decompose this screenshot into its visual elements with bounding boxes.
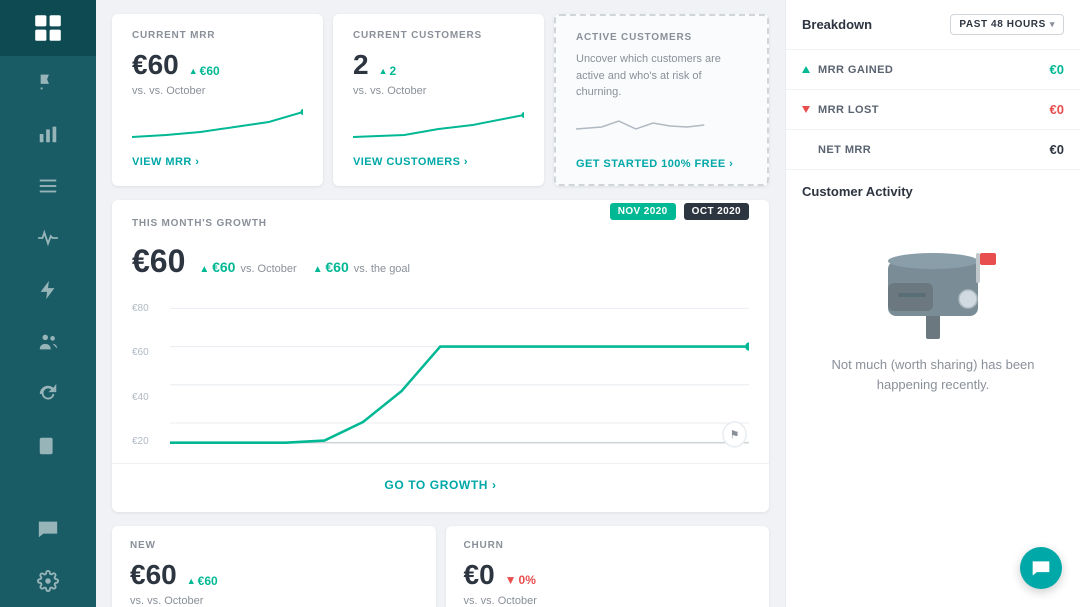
current-customers-sub: vs. vs. October bbox=[353, 85, 524, 97]
y-label-60: €60 bbox=[132, 347, 164, 358]
empty-state: Not much (worth sharing) has been happen… bbox=[802, 211, 1064, 414]
main-content: CURRENT MRR €60 €60 vs. vs. October VIEW… bbox=[96, 0, 785, 607]
sidebar-item-barchart[interactable] bbox=[0, 108, 96, 160]
new-value-row: €60 €60 bbox=[130, 559, 418, 591]
growth-value-row: €60 €60 vs. October €60 vs. the goal bbox=[132, 243, 410, 280]
current-customers-value: 2 bbox=[353, 49, 369, 81]
customer-activity-title: Customer Activity bbox=[802, 184, 1064, 199]
sidebar bbox=[0, 0, 96, 607]
churn-value-row: €0 ▼ 0% bbox=[464, 559, 752, 591]
current-mrr-card: CURRENT MRR €60 €60 vs. vs. October VIEW… bbox=[112, 14, 323, 186]
y-axis-labels: €80 €60 €40 €20 bbox=[132, 298, 164, 453]
growth-delta-2: €60 vs. the goal bbox=[313, 259, 410, 275]
growth-deltas: €60 vs. October €60 vs. the goal bbox=[199, 259, 410, 275]
growth-main-value: €60 bbox=[132, 243, 185, 280]
y-label-80: €80 bbox=[132, 303, 164, 314]
bottom-cards-row: NEW €60 €60 vs. vs. October CHURN €0 ▼ 0… bbox=[112, 526, 769, 607]
active-customers-desc: Uncover which customers are active and w… bbox=[576, 51, 747, 101]
churn-label: CHURN bbox=[464, 540, 752, 551]
net-mrr-row: NET MRR €0 bbox=[786, 130, 1080, 170]
breakdown-dropdown[interactable]: PAST 48 HOURS ▾ bbox=[950, 14, 1064, 35]
customer-activity-section: Customer Activity Not much (worth bbox=[786, 170, 1080, 428]
sidebar-item-gear[interactable] bbox=[0, 555, 96, 607]
new-sub: vs. vs. October bbox=[130, 595, 418, 607]
legend-nov: NOV 2020 bbox=[610, 203, 676, 220]
go-to-growth-row: GO TO GROWTH bbox=[112, 463, 769, 494]
sidebar-item-menu[interactable] bbox=[0, 160, 96, 212]
active-customers-card: ACTIVE CUSTOMERS Uncover which customers… bbox=[554, 14, 769, 186]
churn-card: CHURN €0 ▼ 0% vs. vs. October bbox=[446, 526, 770, 607]
current-mrr-delta: €60 bbox=[189, 64, 220, 78]
chart-legend: NOV 2020 OCT 2020 bbox=[610, 203, 749, 220]
mrr-gained-value: €0 bbox=[1050, 62, 1064, 77]
sidebar-item-flag[interactable] bbox=[0, 56, 96, 108]
new-mrr-card: NEW €60 €60 vs. vs. October bbox=[112, 526, 436, 607]
chat-bubble[interactable] bbox=[1020, 547, 1062, 589]
sidebar-item-book[interactable] bbox=[0, 420, 96, 472]
y-label-20: €20 bbox=[132, 436, 164, 447]
active-customers-label: ACTIVE CUSTOMERS bbox=[576, 32, 747, 43]
mailbox-illustration bbox=[868, 231, 998, 341]
growth-section: THIS MONTH'S GROWTH €60 €60 vs. October … bbox=[112, 200, 769, 512]
view-mrr-link[interactable]: VIEW MRR bbox=[132, 156, 199, 168]
view-customers-link[interactable]: VIEW CUSTOMERS bbox=[353, 156, 468, 168]
current-mrr-sub: vs. vs. October bbox=[132, 85, 303, 97]
sidebar-item-people[interactable] bbox=[0, 316, 96, 368]
get-started-link[interactable]: GET STARTED 100% FREE bbox=[576, 158, 733, 170]
churn-sub: vs. vs. October bbox=[464, 595, 752, 607]
current-customers-value-row: 2 2 bbox=[353, 49, 524, 81]
current-customers-label: CURRENT CUSTOMERS bbox=[353, 30, 524, 41]
down-triangle-icon bbox=[802, 106, 810, 113]
mrr-lost-label: MRR LOST bbox=[818, 104, 879, 116]
mrr-gained-row: MRR GAINED €0 bbox=[786, 50, 1080, 90]
sidebar-item-bolt[interactable] bbox=[0, 264, 96, 316]
current-mrr-value: €60 bbox=[132, 49, 179, 81]
current-mrr-label: CURRENT MRR bbox=[132, 30, 303, 41]
chevron-down-icon: ▾ bbox=[1050, 19, 1055, 30]
svg-text:⚑: ⚑ bbox=[730, 429, 740, 441]
churn-delta: ▼ 0% bbox=[505, 573, 536, 587]
current-mrr-value-row: €60 €60 bbox=[132, 49, 303, 81]
sidebar-item-chat[interactable] bbox=[0, 503, 96, 555]
sidebar-logo[interactable] bbox=[0, 0, 96, 56]
mrr-lost-value: €0 bbox=[1050, 102, 1064, 117]
current-customers-delta: 2 bbox=[379, 64, 397, 78]
new-value: €60 bbox=[130, 559, 177, 591]
top-cards-row: CURRENT MRR €60 €60 vs. vs. October VIEW… bbox=[112, 14, 769, 186]
active-customers-chart bbox=[576, 109, 747, 144]
current-customers-card: CURRENT CUSTOMERS 2 2 vs. vs. October VI… bbox=[333, 14, 544, 186]
y-label-40: €40 bbox=[132, 392, 164, 403]
current-mrr-chart bbox=[132, 107, 303, 142]
legend-oct: OCT 2020 bbox=[684, 203, 749, 220]
breakdown-header: Breakdown PAST 48 HOURS ▾ bbox=[786, 0, 1080, 50]
current-customers-chart bbox=[353, 107, 524, 142]
go-to-growth-link[interactable]: GO TO GROWTH bbox=[384, 478, 496, 492]
growth-chart: ⚑ bbox=[170, 298, 749, 453]
mrr-gained-label: MRR GAINED bbox=[818, 64, 893, 76]
growth-chart-area: €80 €60 €40 €20 bbox=[132, 298, 749, 453]
net-mrr-label: NET MRR bbox=[818, 144, 871, 156]
new-label: NEW bbox=[130, 540, 418, 551]
net-mrr-value: €0 bbox=[1050, 142, 1064, 157]
empty-state-text: Not much (worth sharing) has been happen… bbox=[812, 355, 1054, 394]
growth-delta-1: €60 vs. October bbox=[199, 259, 296, 275]
new-delta: €60 bbox=[187, 574, 218, 588]
breakdown-title: Breakdown bbox=[802, 17, 872, 32]
mrr-lost-row: MRR LOST €0 bbox=[786, 90, 1080, 130]
sidebar-item-refresh[interactable] bbox=[0, 368, 96, 420]
churn-value: €0 bbox=[464, 559, 495, 591]
sidebar-item-pulse[interactable] bbox=[0, 212, 96, 264]
up-triangle-icon bbox=[802, 66, 810, 73]
right-panel: Breakdown PAST 48 HOURS ▾ MRR GAINED €0 … bbox=[785, 0, 1080, 607]
